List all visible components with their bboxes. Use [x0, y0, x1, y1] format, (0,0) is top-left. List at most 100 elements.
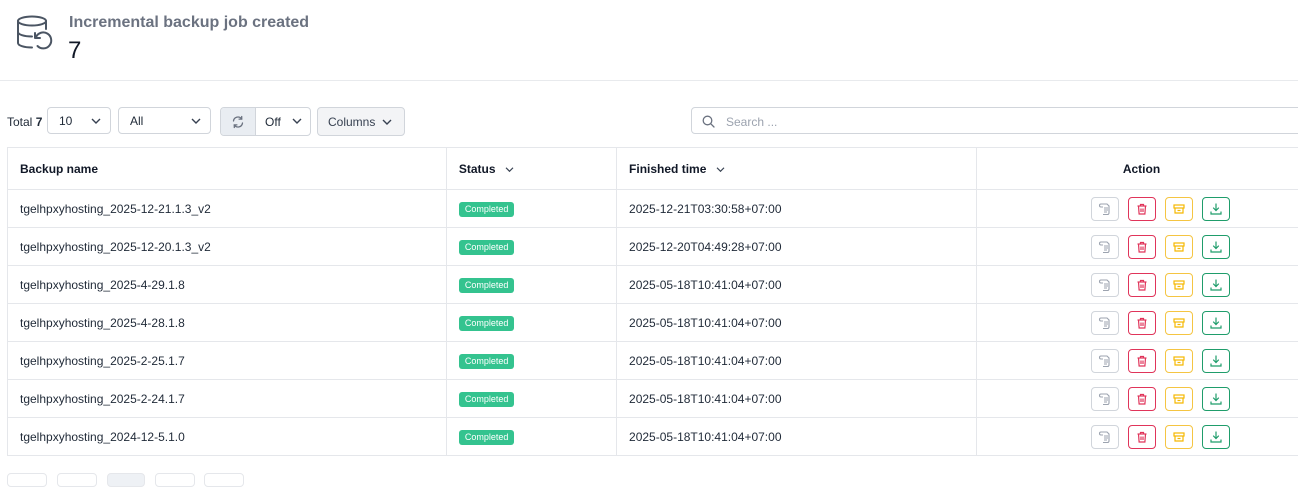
- archive-button[interactable]: [1165, 197, 1193, 221]
- total-count: Total 7: [7, 115, 42, 129]
- delete-button[interactable]: [1128, 273, 1156, 297]
- header-finished-time[interactable]: Finished time: [617, 148, 977, 190]
- action-cell: [977, 228, 1298, 266]
- view-log-button[interactable]: [1091, 235, 1119, 259]
- delete-button[interactable]: [1128, 349, 1156, 373]
- search-input[interactable]: [724, 108, 1288, 135]
- log-icon: [1098, 392, 1112, 406]
- action-cell: [977, 190, 1298, 228]
- finished-time: 2025-05-18T10:41:04+07:00: [629, 354, 781, 368]
- download-button[interactable]: [1202, 235, 1230, 259]
- log-icon: [1098, 202, 1112, 216]
- archive-button[interactable]: [1165, 349, 1193, 373]
- refresh-button[interactable]: [221, 108, 256, 135]
- download-button[interactable]: [1202, 273, 1230, 297]
- action-cell: [977, 342, 1298, 380]
- row-actions: [977, 273, 1298, 297]
- archive-button[interactable]: [1165, 235, 1193, 259]
- status-cell: Completed: [446, 304, 616, 342]
- trash-icon: [1135, 278, 1149, 292]
- delete-button[interactable]: [1128, 425, 1156, 449]
- trash-icon: [1135, 202, 1149, 216]
- archive-icon: [1172, 278, 1186, 292]
- pagination-last-button[interactable]: [204, 473, 244, 487]
- refresh-interval-select[interactable]: Off: [256, 108, 311, 135]
- backup-name-cell: tgelhpxyhosting_2025-12-20.1.3_v2: [8, 228, 447, 266]
- backup-name: tgelhpxyhosting_2025-12-21.1.3_v2: [20, 202, 211, 216]
- page-size-select[interactable]: 10: [47, 107, 111, 134]
- row-actions: [977, 349, 1298, 373]
- chevron-down-icon: [191, 117, 201, 125]
- archive-button[interactable]: [1165, 273, 1193, 297]
- delete-button[interactable]: [1128, 387, 1156, 411]
- finished-time: 2025-05-18T10:41:04+07:00: [629, 392, 781, 406]
- pagination-prev-button[interactable]: [57, 473, 97, 487]
- archive-button[interactable]: [1165, 311, 1193, 335]
- download-button[interactable]: [1202, 311, 1230, 335]
- status-badge: Completed: [459, 278, 515, 293]
- chevron-down-icon: [505, 166, 514, 173]
- header-action: Action: [977, 148, 1298, 190]
- archive-icon: [1172, 240, 1186, 254]
- backup-name-cell: tgelhpxyhosting_2025-4-29.1.8: [8, 266, 447, 304]
- auto-refresh-group: Off: [220, 107, 311, 136]
- header-backup-name: Backup name: [8, 148, 447, 190]
- table-body: tgelhpxyhosting_2025-12-21.1.3_v2 Complet…: [8, 190, 1298, 456]
- row-actions: [977, 387, 1298, 411]
- status-cell: Completed: [446, 418, 616, 456]
- view-log-button[interactable]: [1091, 387, 1119, 411]
- log-icon: [1098, 240, 1112, 254]
- backup-table: Backup name Status Finished time Action …: [7, 147, 1298, 456]
- row-actions: [977, 425, 1298, 449]
- header-status[interactable]: Status: [446, 148, 616, 190]
- archive-button[interactable]: [1165, 425, 1193, 449]
- finished-time-cell: 2025-12-21T03:30:58+07:00: [617, 190, 977, 228]
- row-actions: [977, 235, 1298, 259]
- status-filter-select[interactable]: All: [118, 107, 211, 134]
- trash-icon: [1135, 430, 1149, 444]
- download-button[interactable]: [1202, 387, 1230, 411]
- status-cell: Completed: [446, 342, 616, 380]
- backup-name-cell: tgelhpxyhosting_2025-12-21.1.3_v2: [8, 190, 447, 228]
- status-cell: Completed: [446, 190, 616, 228]
- download-button[interactable]: [1202, 197, 1230, 221]
- backup-name-cell: tgelhpxyhosting_2025-2-24.1.7: [8, 380, 447, 418]
- chevron-down-icon: [91, 117, 101, 125]
- table-row: tgelhpxyhosting_2025-2-25.1.7Completed20…: [8, 342, 1298, 380]
- chevron-down-icon: [292, 117, 302, 125]
- pagination-page-button[interactable]: [107, 473, 145, 487]
- view-log-button[interactable]: [1091, 197, 1119, 221]
- table-row: tgelhpxyhosting_2025-4-29.1.8Completed20…: [8, 266, 1298, 304]
- action-cell: [977, 418, 1298, 456]
- action-cell: [977, 266, 1298, 304]
- delete-button[interactable]: [1128, 235, 1156, 259]
- chevron-down-icon: [716, 166, 725, 173]
- database-restore-icon: [14, 13, 54, 53]
- download-button[interactable]: [1202, 425, 1230, 449]
- view-log-button[interactable]: [1091, 273, 1119, 297]
- log-icon: [1098, 316, 1112, 330]
- finished-time: 2025-05-18T10:41:04+07:00: [629, 316, 781, 330]
- toolbar: Total 7 10 All Off Columns: [0, 107, 1298, 136]
- columns-button[interactable]: Columns: [317, 107, 405, 136]
- trash-icon: [1135, 240, 1149, 254]
- pagination-next-button[interactable]: [155, 473, 195, 487]
- action-cell: [977, 380, 1298, 418]
- status-cell: Completed: [446, 380, 616, 418]
- finished-time-cell: 2025-05-18T10:41:04+07:00: [617, 380, 977, 418]
- view-log-button[interactable]: [1091, 311, 1119, 335]
- search-box: [691, 107, 1298, 134]
- delete-button[interactable]: [1128, 197, 1156, 221]
- backup-name-cell: tgelhpxyhosting_2025-4-28.1.8: [8, 304, 447, 342]
- table-row: tgelhpxyhosting_2025-2-24.1.7Completed 20…: [8, 380, 1298, 418]
- delete-button[interactable]: [1128, 311, 1156, 335]
- table-header-row: Backup name Status Finished time Action: [8, 148, 1298, 190]
- pagination-first-button[interactable]: [7, 473, 47, 487]
- view-log-button[interactable]: [1091, 425, 1119, 449]
- view-log-button[interactable]: [1091, 349, 1119, 373]
- download-button[interactable]: [1202, 349, 1230, 373]
- finished-time-cell: 2025-05-18T10:41:04+07:00: [617, 418, 977, 456]
- archive-button[interactable]: [1165, 387, 1193, 411]
- log-icon: [1098, 278, 1112, 292]
- summary-count: 7: [68, 37, 81, 65]
